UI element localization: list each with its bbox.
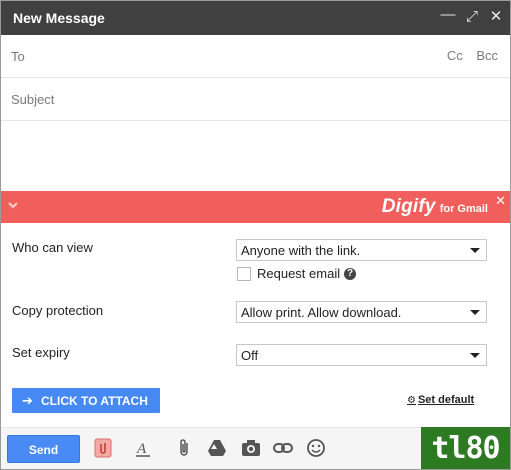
- emoji-icon[interactable]: [306, 438, 326, 458]
- link-icon[interactable]: [273, 438, 293, 458]
- copy-protection-label: Copy protection: [12, 303, 104, 318]
- set-expiry-value: Off: [241, 348, 259, 363]
- copy-protection-select[interactable]: Allow print. Allow download.: [236, 301, 487, 323]
- digify-brand-sub: for Gmail: [439, 203, 488, 215]
- digify-logo: Digify for Gmail: [382, 196, 488, 218]
- bcc-link[interactable]: Bcc: [476, 48, 498, 63]
- title-bar: New Message — ⤢ ✕: [1, 1, 510, 35]
- request-email-label: Request email: [257, 266, 341, 281]
- subject-field[interactable]: Subject: [1, 78, 510, 121]
- chevron-down-icon[interactable]: [7, 199, 19, 211]
- svg-text:A: A: [136, 441, 147, 457]
- chevron-down-icon: [470, 310, 480, 315]
- cc-link[interactable]: Cc: [447, 48, 463, 63]
- digify-bar: Digify for Gmail ✕: [1, 191, 510, 223]
- watermark-logo: tl80: [421, 427, 510, 469]
- drive-icon[interactable]: [207, 438, 227, 458]
- camera-icon[interactable]: [241, 438, 261, 458]
- expand-icon[interactable]: ⤢: [462, 6, 482, 28]
- chevron-down-icon: [470, 248, 480, 253]
- window-title: New Message: [13, 10, 105, 26]
- gear-icon: ⚙: [407, 395, 416, 406]
- to-label: To: [11, 49, 25, 64]
- copy-protection-value: Allow print. Allow download.: [241, 305, 402, 320]
- to-field[interactable]: To Cc Bcc: [1, 35, 510, 78]
- attach-icon[interactable]: [174, 438, 194, 458]
- who-can-view-label: Who can view: [12, 240, 93, 255]
- send-button[interactable]: Send: [7, 435, 80, 463]
- message-body[interactable]: [1, 121, 510, 191]
- chevron-down-icon: [470, 353, 480, 358]
- set-expiry-select[interactable]: Off: [236, 344, 487, 366]
- compose-toolbar: Send A tl80: [1, 427, 510, 469]
- formatting-icon[interactable]: A: [133, 438, 153, 458]
- close-icon[interactable]: ✕: [495, 193, 506, 209]
- minimize-icon[interactable]: —: [438, 4, 458, 26]
- subject-placeholder: Subject: [11, 92, 55, 107]
- click-to-attach-button[interactable]: ➔ CLICK TO ATTACH: [12, 388, 160, 413]
- help-icon[interactable]: ?: [344, 268, 356, 280]
- who-can-view-select[interactable]: Anyone with the link.: [236, 239, 487, 261]
- who-can-view-value: Anyone with the link.: [241, 243, 361, 258]
- compose-window: New Message — ⤢ ✕ To Cc Bcc Subject Digi…: [0, 0, 511, 470]
- set-default-label: Set default: [417, 394, 475, 406]
- request-email-checkbox[interactable]: [237, 267, 251, 281]
- digify-icon[interactable]: [93, 438, 113, 458]
- close-icon[interactable]: ✕: [486, 6, 506, 28]
- arrow-right-icon: ➔: [22, 393, 33, 408]
- set-expiry-label: Set expiry: [12, 345, 70, 360]
- set-default-link[interactable]: ⚙ Set default: [407, 394, 474, 406]
- digify-brand: Digify: [381, 196, 436, 217]
- click-to-attach-label: CLICK TO ATTACH: [41, 394, 148, 408]
